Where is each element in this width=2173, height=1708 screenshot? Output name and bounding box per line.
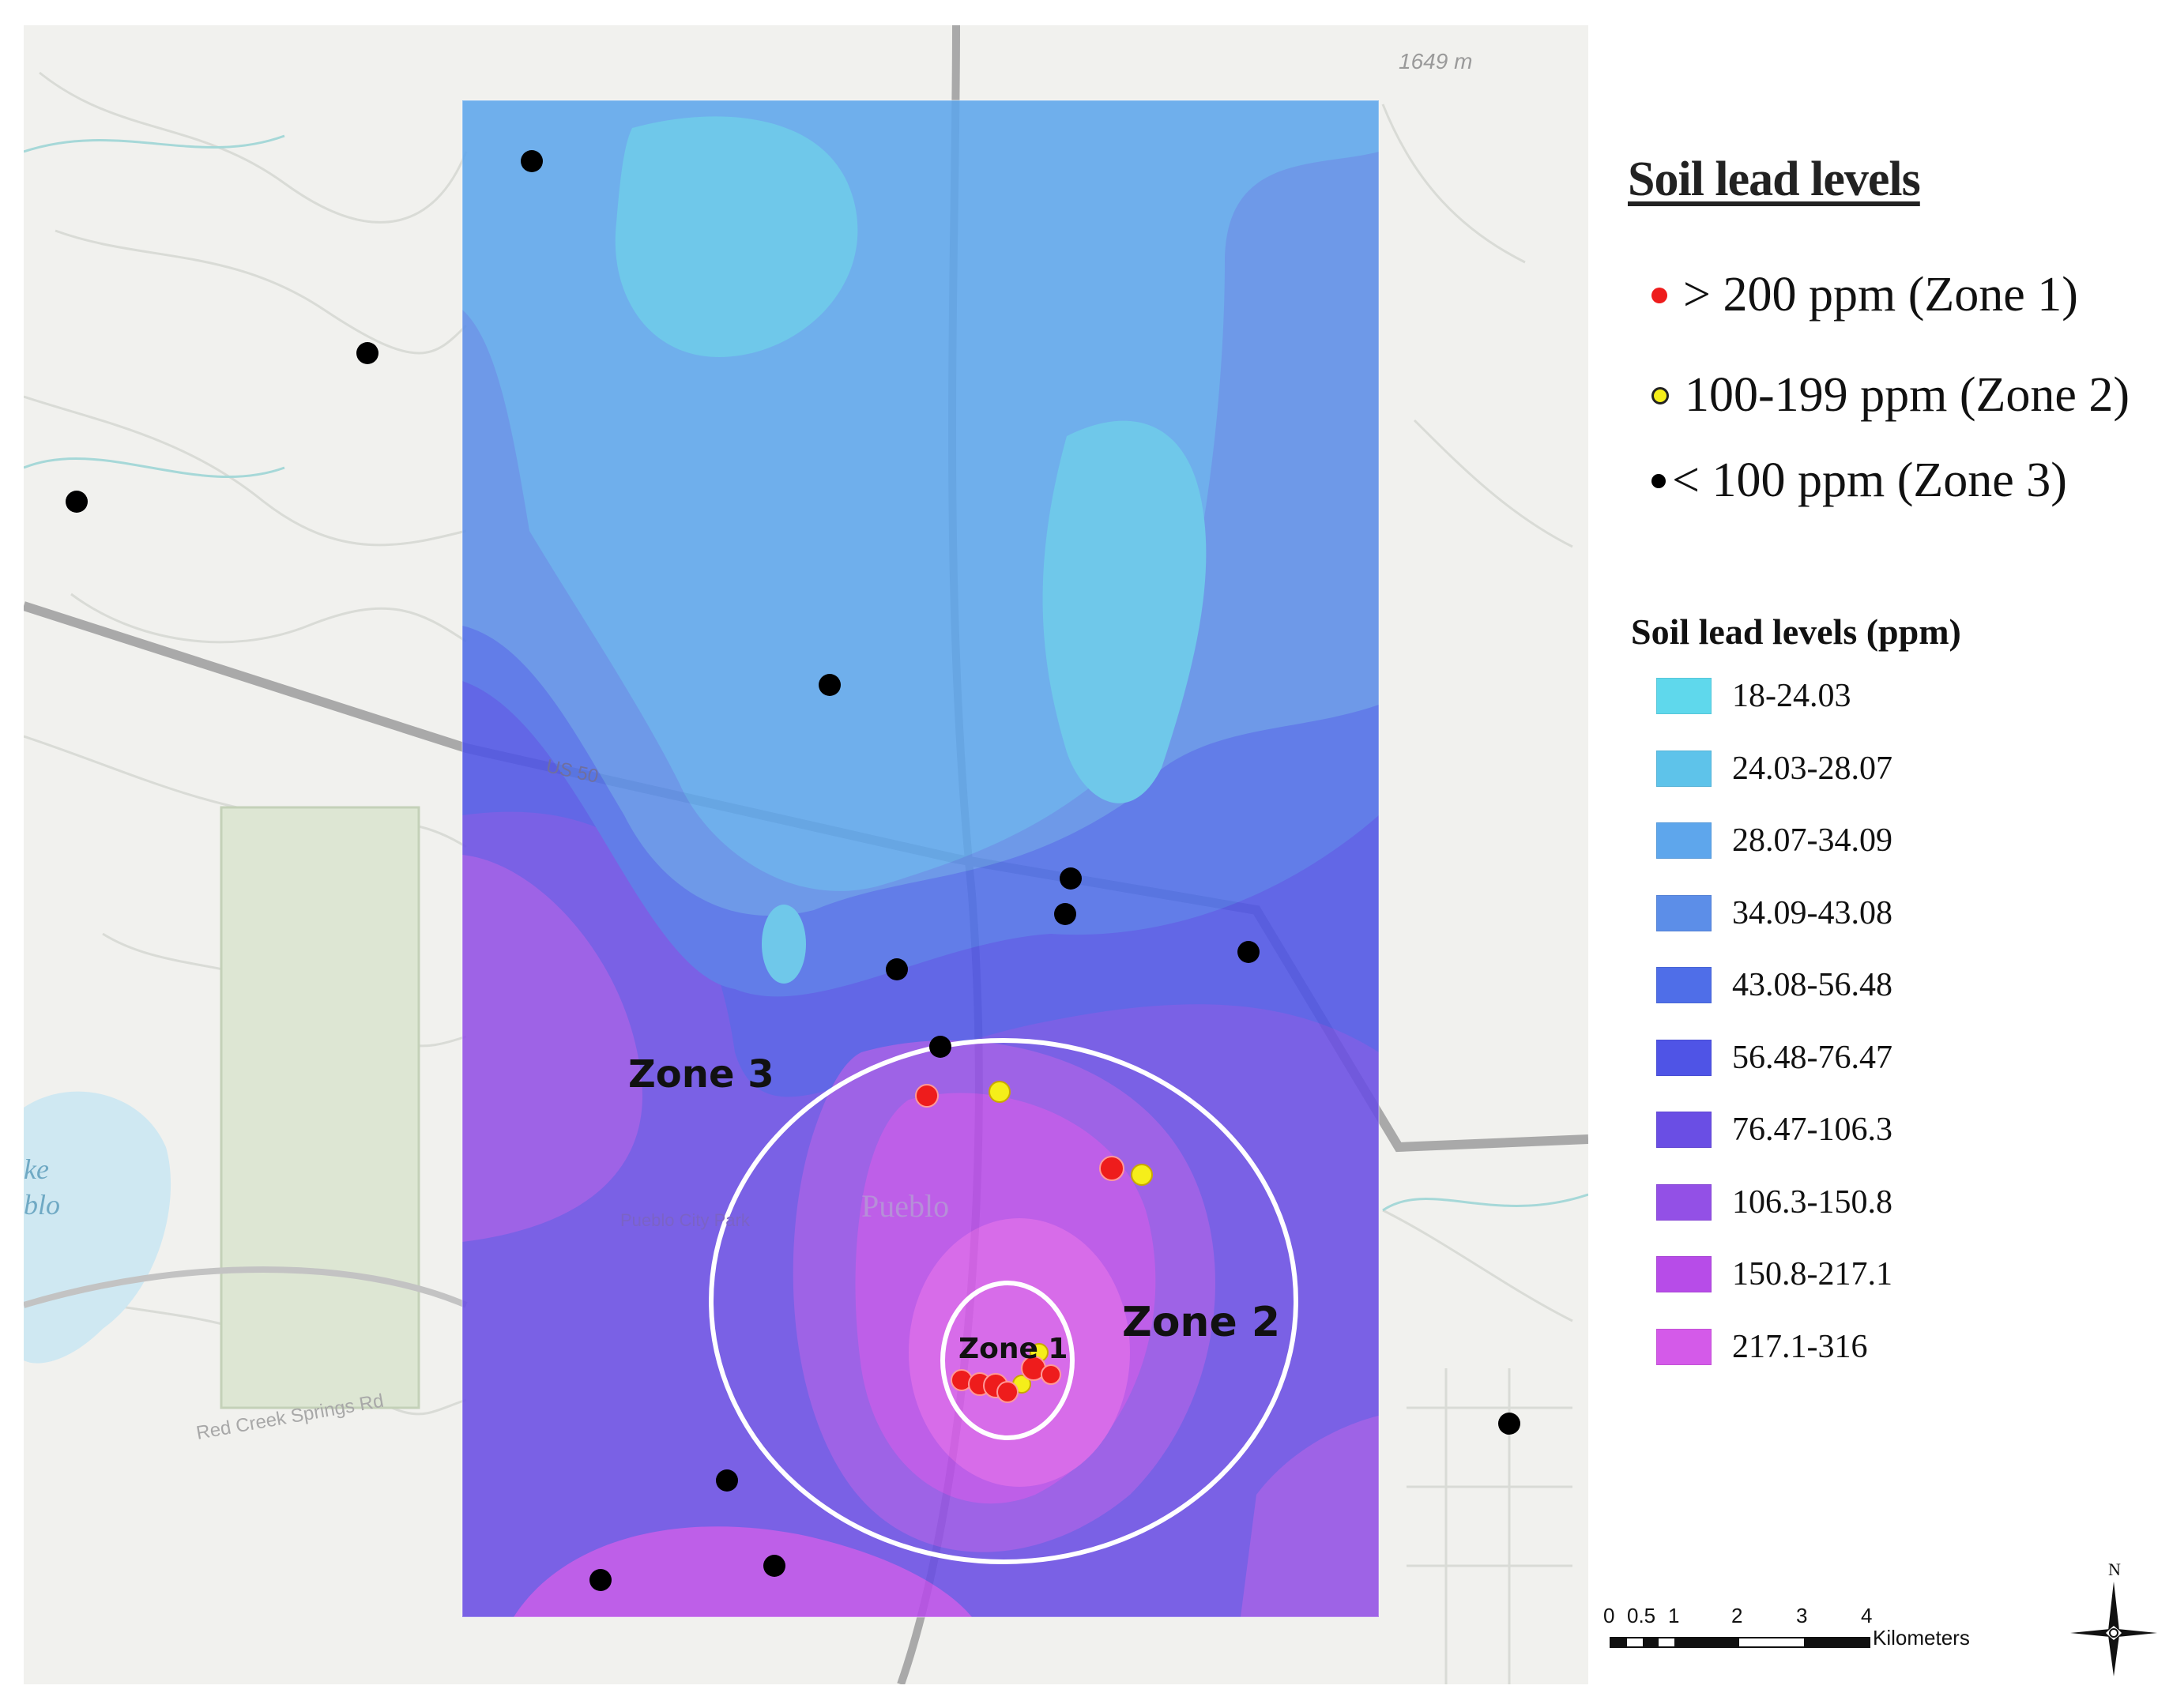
- class-swatch: [1656, 967, 1712, 1003]
- sample-point[interactable]: [589, 1569, 612, 1591]
- scale-tick-label: 3: [1796, 1604, 1808, 1627]
- class-label: 28.07-34.09: [1732, 822, 1892, 859]
- basemap-label-park: Pueblo City Park: [620, 1210, 751, 1230]
- class-swatch: [1656, 822, 1712, 859]
- class-legend-row: 28.07-34.09: [1656, 816, 1892, 865]
- class-legend-row: 150.8-217.1: [1656, 1250, 1892, 1299]
- north-label: N: [2108, 1559, 2121, 1579]
- sample-point[interactable]: [1060, 867, 1082, 890]
- class-legend-row: 34.09-43.08: [1656, 889, 1892, 938]
- scale-tick-label: 0.5: [1627, 1604, 1656, 1627]
- class-swatch: [1656, 750, 1712, 787]
- scale-tick-label: 4: [1861, 1604, 1873, 1627]
- class-label: 217.1-316: [1732, 1328, 1868, 1365]
- class-legend-row: 106.3-150.8: [1656, 1178, 1892, 1227]
- black-dot-icon: [1651, 473, 1666, 488]
- class-label: 18-24.03: [1732, 678, 1851, 714]
- sample-point[interactable]: [356, 342, 378, 364]
- sample-point[interactable]: [521, 150, 543, 172]
- class-swatch: [1656, 1183, 1712, 1221]
- legend-point-item: > 200 ppm (Zone 1): [1651, 267, 2078, 323]
- class-legend-row: 18-24.03: [1656, 672, 1851, 720]
- sample-point[interactable]: [763, 1555, 785, 1577]
- map-frame[interactable]: 1649 m US 50 Pueblo Pueblo City Park Red…: [24, 25, 1588, 1684]
- class-label: 43.08-56.48: [1732, 967, 1892, 1003]
- class-label: 56.48-76.47: [1732, 1039, 1892, 1076]
- legend-point-label: 100-199 ppm (Zone 2): [1685, 368, 2130, 422]
- class-swatch: [1656, 1328, 1712, 1365]
- class-legend-row: 76.47-106.3: [1656, 1105, 1892, 1154]
- scale-unit-label: Kilometers: [1873, 1626, 1970, 1650]
- surface-class-24-28-south: [762, 905, 806, 984]
- class-legend-title: Soil lead levels (ppm): [1631, 611, 1961, 652]
- sample-point[interactable]: [886, 958, 908, 980]
- zone-3-label: Zone 3: [628, 1052, 774, 1097]
- class-legend-row: 24.03-28.07: [1656, 744, 1892, 793]
- class-legend-row: 217.1-316: [1656, 1322, 1868, 1371]
- legend-point-label: > 200 ppm (Zone 1): [1683, 268, 2078, 322]
- basemap-label-city: Pueblo: [861, 1188, 949, 1224]
- class-label: 150.8-217.1: [1732, 1256, 1892, 1292]
- yellow-dot-icon: [1651, 386, 1669, 404]
- sample-point[interactable]: [929, 1036, 951, 1058]
- sample-point[interactable]: [989, 1081, 1011, 1103]
- sample-point[interactable]: [819, 674, 841, 696]
- legend-point-item: 100-199 ppm (Zone 2): [1651, 367, 2130, 423]
- class-label: 24.03-28.07: [1732, 750, 1892, 787]
- class-legend-row: 43.08-56.48: [1656, 961, 1892, 1010]
- class-swatch: [1656, 678, 1712, 714]
- sample-point[interactable]: [66, 491, 88, 513]
- scale-tick-label: 2: [1731, 1604, 1743, 1627]
- legend-title: Soil lead levels: [1628, 152, 1921, 206]
- scale-bar-track: [1610, 1637, 1870, 1648]
- basemap-label-lake-bottom: blo: [24, 1189, 60, 1221]
- scale-tick-label: 0: [1603, 1604, 1615, 1627]
- class-swatch: [1656, 1256, 1712, 1292]
- scale-bar: 0 0.5 1 2 3 4 Kilometers: [1600, 1604, 2011, 1667]
- class-label: 106.3-150.8: [1732, 1183, 1892, 1221]
- zone-2-label: Zone 2: [1122, 1299, 1281, 1346]
- basemap-label-elevation: 1649 m: [1399, 49, 1472, 73]
- class-swatch: [1656, 894, 1712, 931]
- class-legend-row: 56.48-76.47: [1656, 1033, 1892, 1082]
- north-arrow-icon: N: [2070, 1559, 2157, 1676]
- basemap-label-lake-top: ke: [24, 1153, 49, 1185]
- sample-point[interactable]: [1054, 903, 1076, 925]
- sample-point[interactable]: [1498, 1413, 1520, 1435]
- zone-1-label: Zone 1: [958, 1333, 1068, 1365]
- sample-point[interactable]: [1041, 1364, 1061, 1385]
- sample-point[interactable]: [915, 1084, 939, 1108]
- sample-point[interactable]: [1099, 1156, 1124, 1181]
- scale-tick-label: 1: [1668, 1604, 1680, 1627]
- class-swatch: [1656, 1039, 1712, 1076]
- sample-point[interactable]: [1237, 941, 1260, 963]
- legend-point-label: < 100 ppm (Zone 3): [1672, 453, 2067, 507]
- red-dot-icon: [1651, 287, 1667, 303]
- sample-point[interactable]: [1131, 1164, 1153, 1186]
- interpolated-surface: [462, 100, 1379, 1617]
- class-label: 76.47-106.3: [1732, 1112, 1892, 1148]
- map-canvas: 1649 m US 50 Pueblo Pueblo City Park Red…: [24, 25, 1588, 1684]
- sample-point[interactable]: [716, 1469, 738, 1492]
- basemap-park-area: [220, 806, 420, 1409]
- sample-point[interactable]: [996, 1381, 1019, 1403]
- class-label: 34.09-43.08: [1732, 894, 1892, 931]
- class-swatch: [1656, 1112, 1712, 1148]
- legend-point-item: < 100 ppm (Zone 3): [1651, 453, 2067, 509]
